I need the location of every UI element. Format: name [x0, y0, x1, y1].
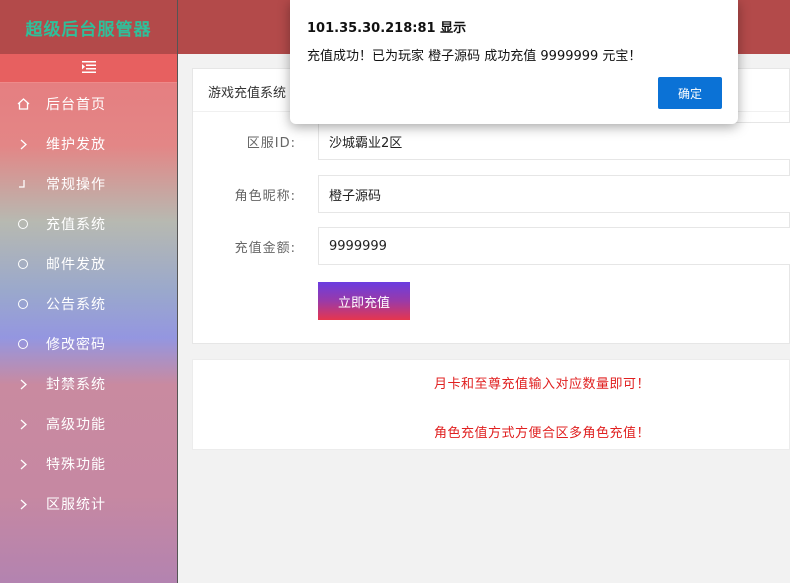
sidebar-item-announcement[interactable]: 公告系统	[0, 284, 177, 324]
sidebar-item-maintenance[interactable]: 维护发放	[0, 124, 177, 164]
sidebar-item-label: 封禁系统	[46, 377, 106, 393]
dialog-ok-button[interactable]: 确定	[658, 77, 722, 109]
server-id-label: 区服ID:	[246, 136, 296, 151]
recharge-submit-button[interactable]: 立即充值	[318, 282, 410, 320]
nickname-label: 角色昵称:	[234, 189, 296, 204]
circle-icon	[18, 299, 28, 309]
sidebar-item-label: 充值系统	[46, 217, 106, 233]
sidebar-item-label: 常规操作	[46, 177, 106, 193]
menu-collapse-button[interactable]	[0, 54, 177, 83]
brand-logo: 超级后台服管器	[0, 0, 177, 54]
sidebar-item-label: 后台首页	[46, 97, 106, 113]
server-id-input[interactable]	[318, 122, 790, 160]
sidebar-item-label: 区服统计	[46, 497, 106, 513]
circle-icon	[18, 339, 28, 349]
notice-text: 角色充值方式方便合区多角色充值！	[433, 426, 650, 441]
chevron-right-icon	[0, 419, 46, 430]
amount-input[interactable]	[318, 227, 790, 265]
sidebar-item-label: 邮件发放	[46, 257, 106, 273]
sidebar-item-advanced[interactable]: 高级功能	[0, 404, 177, 444]
chevron-right-icon	[0, 499, 46, 510]
sidebar-item-password[interactable]: 修改密码	[0, 324, 177, 364]
sidebar-nav: 后台首页 维护发放 常规操作 充值系统 邮件发放 公告系统 修改密码 封禁系统 …	[0, 84, 177, 524]
panel-title: 游戏充值系统	[208, 86, 287, 101]
sidebar-item-home[interactable]: 后台首页	[0, 84, 177, 124]
form-row-amount: 充值金额:	[193, 227, 790, 265]
sidebar: 超级后台服管器 后台首页 维护发放 常规操作 充值系统 邮件发放 公告系统 修改…	[0, 0, 178, 583]
sidebar-item-special[interactable]: 特殊功能	[0, 444, 177, 484]
circle-icon	[18, 259, 28, 269]
alert-dialog: 101.35.30.218:81 显示 充值成功！已为玩家 橙子源码 成功充值 …	[290, 0, 738, 124]
sidebar-item-ban[interactable]: 封禁系统	[0, 364, 177, 404]
home-icon	[0, 98, 46, 110]
notice-panel: 月卡和至尊充值输入对应数量即可！ 角色充值方式方便合区多角色充值！	[192, 359, 790, 450]
sidebar-item-label: 维护发放	[46, 137, 106, 153]
chevron-right-icon	[0, 459, 46, 470]
sidebar-item-label: 公告系统	[46, 297, 106, 313]
circle-icon	[18, 219, 28, 229]
amount-label: 充值金额:	[234, 241, 296, 256]
sidebar-item-label: 高级功能	[46, 417, 106, 433]
form-row-server: 区服ID:	[193, 122, 790, 160]
sidebar-item-general[interactable]: 常规操作	[0, 164, 177, 204]
dialog-message: 充值成功！已为玩家 橙子源码 成功充值 9999999 元宝！	[307, 49, 642, 64]
menu-collapse-icon	[81, 60, 96, 76]
sidebar-item-mail[interactable]: 邮件发放	[0, 244, 177, 284]
dialog-title: 101.35.30.218:81 显示	[307, 21, 467, 36]
notice-text: 月卡和至尊充值输入对应数量即可！	[433, 377, 650, 392]
corner-icon	[0, 179, 46, 190]
form-row-nickname: 角色昵称:	[193, 175, 790, 213]
sidebar-item-label: 特殊功能	[46, 457, 106, 473]
sidebar-item-recharge[interactable]: 充值系统	[0, 204, 177, 244]
sidebar-item-label: 修改密码	[46, 337, 106, 353]
nickname-input[interactable]	[318, 175, 790, 213]
sidebar-item-server-stats[interactable]: 区服统计	[0, 484, 177, 524]
chevron-right-icon	[0, 379, 46, 390]
chevron-right-icon	[0, 139, 46, 150]
